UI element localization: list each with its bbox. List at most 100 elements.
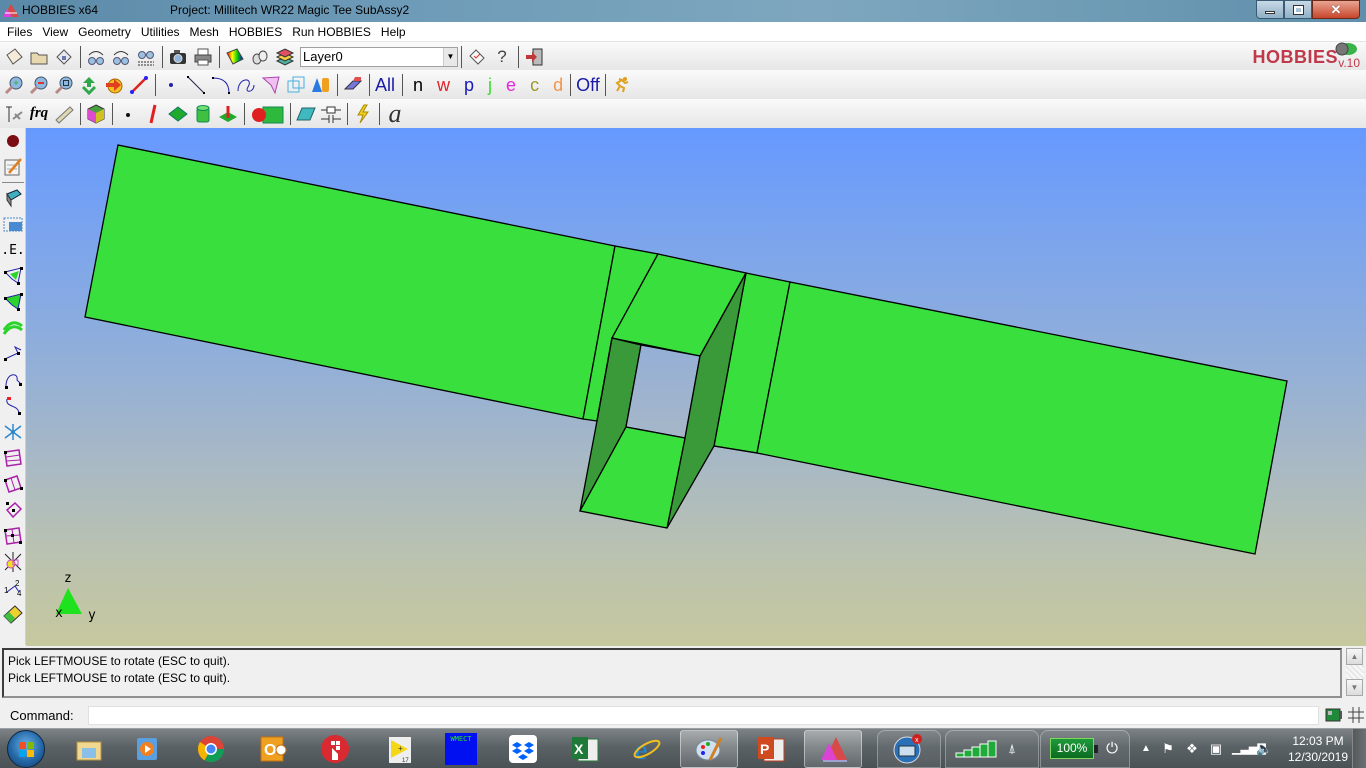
quad-surface-filled-icon[interactable] [0,289,26,315]
sphere-box-icon[interactable] [248,102,286,126]
menu-geometry[interactable]: Geometry [73,23,136,41]
taskbar-paint[interactable] [680,730,738,768]
node-icon[interactable] [116,102,140,126]
arc-icon[interactable] [209,73,233,97]
taskbar-excel[interactable]: X [556,730,614,768]
color-palette-icon[interactable] [223,45,247,69]
menu-mesh[interactable]: Mesh [185,23,224,41]
edge-icon[interactable]: .E. [0,237,26,263]
show-desktop-button[interactable] [1352,729,1366,768]
zoom-in-icon[interactable]: + [2,73,26,97]
font-icon[interactable]: a [383,99,407,128]
wire-box-icon[interactable] [284,73,308,97]
safely-remove-hardware-icon[interactable]: ▣ [1208,741,1224,757]
vector-arrow-icon[interactable] [127,73,151,97]
minimize-button[interactable] [1256,0,1284,19]
polyline-icon[interactable] [0,341,26,367]
layer-select[interactable]: Layer0 ▼ [300,46,458,67]
console-scrollbar[interactable]: ▲ ▼ [1346,648,1364,698]
plate-icon[interactable] [166,102,190,126]
network-bars-icon[interactable]: ▁▃▅▇ [1232,741,1266,757]
new-icon[interactable] [2,45,26,69]
camera-icon[interactable] [166,45,190,69]
taskbar-network-toolbox[interactable]: x [878,730,936,768]
lumped-load-icon[interactable] [319,102,343,126]
power-plug-icon[interactable]: ⏻ [1104,741,1120,757]
filter-d[interactable]: d [546,73,567,97]
battery-indicator[interactable]: 100% [1050,738,1098,759]
3d-viewport[interactable]: z x y [26,128,1366,646]
filter-all[interactable]: All [373,73,399,97]
save-icon[interactable] [52,45,76,69]
filter-off[interactable]: Off [574,73,602,97]
menu-view[interactable]: View [37,23,73,41]
redo-icon[interactable] [109,45,133,69]
menu-help[interactable]: Help [376,23,411,41]
taskbar-powerpoint[interactable]: P [742,730,800,768]
twisted-surface-icon[interactable] [0,471,26,497]
filter-w[interactable]: w [430,73,457,97]
undo-list-icon[interactable] [134,45,158,69]
taskbar-media-player[interactable] [118,730,176,768]
ruler-icon[interactable] [52,102,76,126]
undo-icon[interactable] [84,45,108,69]
filter-c[interactable]: c [523,73,546,97]
close-button[interactable]: ✕ [1312,0,1360,19]
refresh-icon[interactable] [77,73,101,97]
taskbar-dropbox[interactable] [494,730,552,768]
mesh-surface-icon[interactable] [0,523,26,549]
ground-plane-icon[interactable] [216,102,240,126]
chevron-down-icon[interactable]: ▼ [443,47,457,66]
zoom-out-icon[interactable] [27,73,51,97]
wire-icon[interactable] [141,102,165,126]
plate-node-icon[interactable] [0,497,26,523]
cylinder-icon[interactable] [191,102,215,126]
scroll-down-button[interactable]: ▼ [1346,679,1363,696]
show-hidden-icons-icon[interactable]: ▲ [1138,741,1154,757]
menu-hobbies[interactable]: HOBBIES [224,23,287,41]
signal-strength-icon[interactable] [955,740,999,758]
pcb-icon[interactable] [0,601,26,627]
action-center-flag-icon[interactable]: ⚑ [1160,741,1176,757]
open-folder-icon[interactable] [27,45,51,69]
curve-marked-icon[interactable] [0,393,26,419]
point-icon[interactable] [159,73,183,97]
surface-patch-icon[interactable] [259,73,283,97]
taskbar-internet-explorer[interactable]: e [618,730,676,768]
layers-icon[interactable] [273,45,297,69]
scroll-up-button[interactable]: ▲ [1346,648,1363,665]
taskbar-windows-explorer[interactable] [60,730,118,768]
excitation-icon[interactable] [351,102,375,126]
eraser-3d-icon[interactable] [0,185,26,211]
command-input[interactable] [87,705,1319,725]
volume-icon[interactable]: 🔈 [1256,741,1272,757]
material-cube-icon[interactable] [84,102,108,126]
taskbar-wmect[interactable]: WMECT [432,730,490,768]
quad-surface-icon[interactable] [0,263,26,289]
filter-j[interactable]: j [481,73,499,97]
antenna-plane-icon[interactable] [2,102,26,126]
taskbar-hobbies[interactable] [804,730,862,768]
select-box-icon[interactable] [0,211,26,237]
scroll-track[interactable] [1346,665,1364,679]
split-icon[interactable] [0,419,26,445]
bilinear-surface-icon[interactable] [0,445,26,471]
menu-run-hobbies[interactable]: Run HOBBIES [287,23,376,41]
exit-icon[interactable] [522,45,546,69]
record-icon[interactable] [0,128,26,154]
start-button[interactable] [7,730,45,768]
rotate-view-icon[interactable] [102,73,126,97]
menu-files[interactable]: Files [2,23,37,41]
frequency-icon[interactable]: frq [27,102,51,126]
curve-icon[interactable] [0,367,26,393]
print-icon[interactable] [191,45,215,69]
system-clock[interactable]: 12:03 PM 12/30/2019 [1282,733,1354,765]
taskbar-red-app[interactable] [306,730,364,768]
filter-e[interactable]: e [499,73,523,97]
help-icon[interactable]: ? [490,45,514,69]
zoom-fit-icon[interactable] [52,73,76,97]
circuit-board-icon[interactable] [1325,706,1343,724]
filter-p[interactable]: p [457,73,481,97]
parallelogram-icon[interactable] [294,102,318,126]
wireless-antenna-icon[interactable]: ⍋ [1004,741,1020,757]
